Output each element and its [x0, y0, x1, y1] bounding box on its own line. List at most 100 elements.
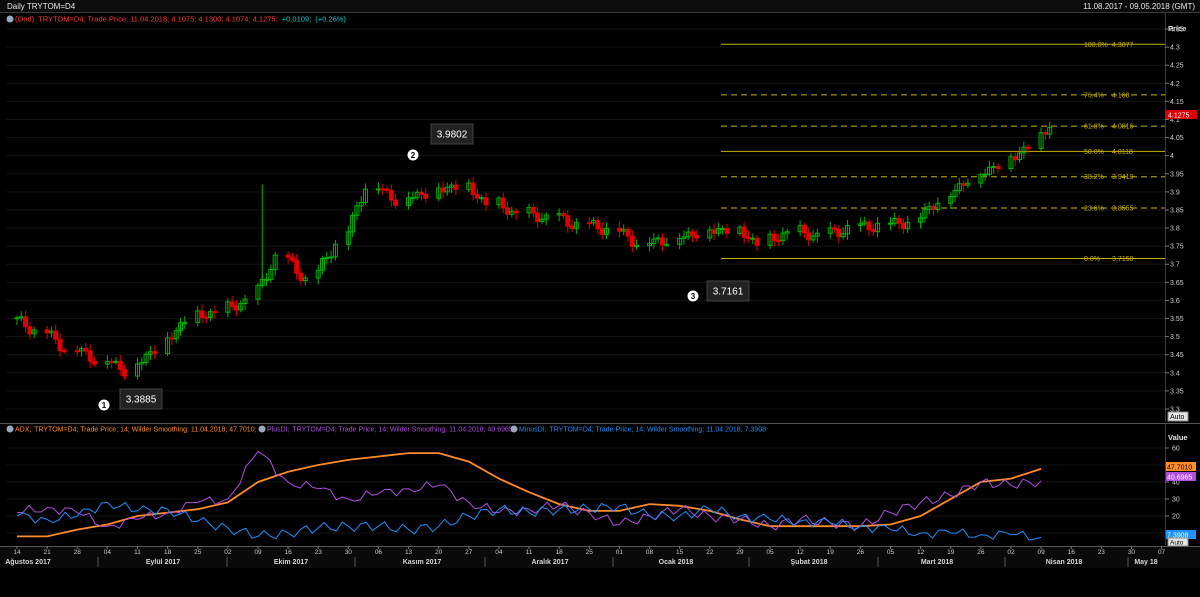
price-candle — [122, 369, 128, 377]
time-tick-label: 04 — [104, 549, 112, 556]
price-candle — [14, 317, 20, 320]
fib-label: 100.0% — [1084, 42, 1108, 49]
price-candle — [27, 326, 33, 335]
price-tick-label: 4.25 — [1170, 63, 1184, 70]
price-candle — [229, 301, 235, 307]
price-candle — [569, 225, 575, 229]
price-candle — [991, 166, 997, 169]
legend-settings-icon[interactable] — [6, 15, 14, 23]
month-label: Aralık 2017 — [532, 559, 569, 566]
price-candle — [560, 213, 566, 217]
price-candle — [500, 197, 506, 209]
month-label: Şubat 2018 — [791, 559, 828, 566]
price-candle — [384, 188, 390, 191]
month-label: Eylül 2017 — [146, 559, 180, 566]
svg-text:MinusDI; TRYTOM=D4; Trad: MinusDI; TRYTOM=D4; Trade Price; 14; Wil… — [519, 427, 766, 434]
time-tick-label: 07 — [1158, 549, 1166, 556]
fib-label: 0.0% — [1084, 256, 1100, 263]
svg-text:PlusDI; TRYTOM=D4; Trade: PlusDI; TRYTOM=D4; Trade Price; 14; Wild… — [267, 427, 515, 434]
time-tick-label: 02 — [1007, 549, 1015, 556]
price-candle — [483, 197, 489, 206]
annotation-number: 2 — [411, 151, 416, 160]
fib-label: 38.2% — [1084, 174, 1104, 181]
price-candle — [664, 243, 670, 246]
price-candle — [530, 206, 536, 214]
price-candle — [212, 311, 218, 314]
price-candle — [754, 237, 760, 246]
price-candle — [264, 278, 270, 281]
price-plot-area — [6, 13, 1165, 422]
price-legend: (Ond) TRYTOM=D4; Trade Price; 11.04.2018… — [6, 15, 346, 24]
price-legend-change-pct: (+0.26%) — [315, 15, 346, 24]
price-candle — [285, 254, 291, 258]
annotation-label: 3.9802 — [437, 130, 468, 141]
adx-legend-icon[interactable] — [6, 425, 14, 433]
fib-value: 3.9419 — [1112, 174, 1134, 181]
price-legend-desc: TRYTOM=D4; Trade Price; 11.04.2018; 4.10… — [38, 15, 278, 24]
time-tick-label: 04 — [495, 549, 503, 556]
adx-auto-label: Auto — [1170, 540, 1184, 547]
price-tick-label: 3.35 — [1170, 388, 1184, 395]
price-tick-label: 3.95 — [1170, 171, 1184, 178]
price-candle — [535, 212, 541, 222]
price-candle — [836, 228, 842, 238]
fib-label: 50.0% — [1084, 149, 1104, 156]
price-candle — [1025, 146, 1031, 149]
price-tick-label: 3.45 — [1170, 352, 1184, 359]
price-candle — [690, 231, 696, 236]
price-candle — [870, 229, 876, 233]
time-tick-label: 09 — [1037, 549, 1045, 556]
price-tick-label: 3.6 — [1170, 298, 1180, 305]
time-tick-label: 08 — [646, 549, 654, 556]
time-tick-label: 30 — [1128, 549, 1136, 556]
time-tick-label: 19 — [827, 549, 835, 556]
minusdi-legend-icon[interactable] — [510, 425, 518, 433]
price-candle — [745, 236, 751, 240]
time-tick-label: 09 — [254, 549, 262, 556]
price-tick-label: 3.9 — [1170, 189, 1180, 196]
time-tick-label: 25 — [586, 549, 594, 556]
time-tick-label: 22 — [706, 549, 714, 556]
title-bar — [0, 0, 1200, 12]
svg-text:ADX; TRYTOM=D4; Trade Pr: ADX; TRYTOM=D4; Trade Price; 14; Wilder … — [15, 427, 257, 434]
month-label: Ocak 2018 — [659, 559, 694, 566]
price-candle — [423, 193, 429, 199]
price-tick-label: 4.05 — [1170, 135, 1184, 142]
time-tick-label: 13 — [405, 549, 413, 556]
price-candle — [995, 166, 1001, 169]
time-tick-label: 06 — [375, 549, 383, 556]
price-candle — [294, 259, 300, 274]
price-candle — [410, 197, 416, 200]
price-candle — [1042, 132, 1048, 135]
price-candle — [91, 360, 97, 365]
price-candle — [565, 215, 571, 227]
time-tick-label: 25 — [194, 549, 202, 556]
annotation-label: 3.3885 — [126, 395, 157, 406]
price-candle — [659, 237, 665, 246]
fib-value: 4.0118 — [1112, 149, 1133, 156]
time-tick-label: 12 — [797, 549, 805, 556]
month-label: Nisan 2018 — [1046, 559, 1083, 566]
fib-label: 23.6% — [1084, 205, 1104, 212]
plusdi-last-label: 40.6965 — [1167, 475, 1192, 482]
price-candle — [152, 351, 158, 355]
price-candle — [982, 173, 988, 176]
price-auto-label: Auto — [1170, 414, 1185, 421]
adx-axis-title: Value — [1168, 433, 1188, 442]
price-candle — [53, 330, 59, 340]
time-tick-label: 11 — [134, 549, 141, 556]
annotation-label: 3.7161 — [713, 287, 744, 298]
price-candle — [74, 350, 80, 353]
price-candle — [233, 305, 239, 311]
price-candle — [599, 228, 605, 235]
price-candle — [586, 222, 592, 225]
price-candle — [380, 188, 386, 191]
price-candle — [724, 228, 730, 234]
annotation-number: 3 — [691, 292, 696, 301]
price-candle — [776, 239, 782, 242]
price-candle — [505, 207, 511, 215]
plusdi-legend-icon[interactable] — [258, 425, 266, 433]
time-tick-label: 27 — [465, 549, 473, 556]
fib-value: 4.0816 — [1112, 124, 1134, 131]
price-candle — [328, 256, 334, 259]
